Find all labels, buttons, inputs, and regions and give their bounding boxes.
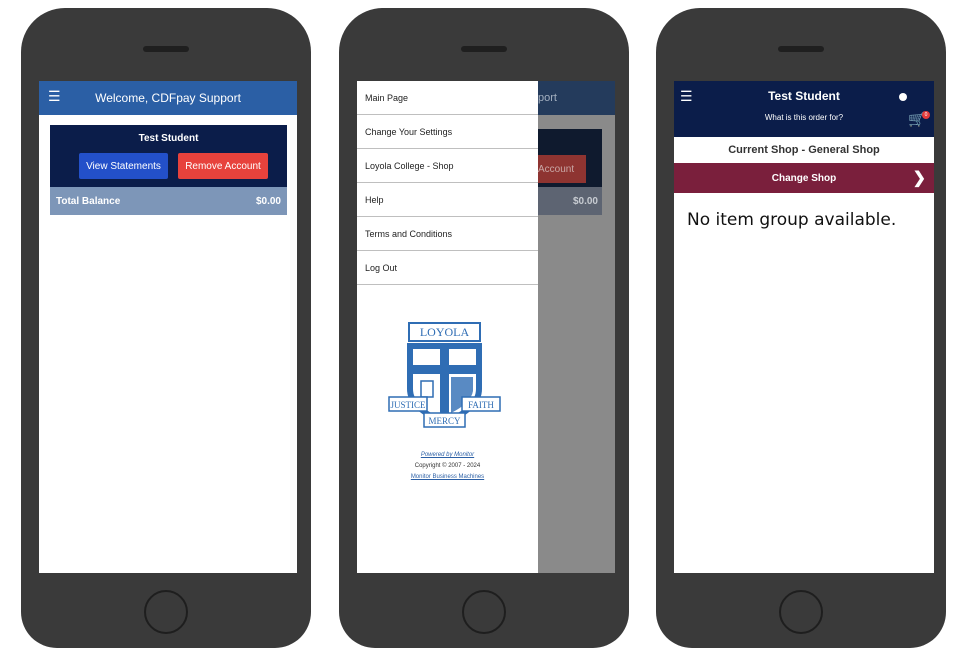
powered-by-text[interactable]: Powered by Monitor — [421, 452, 474, 458]
menu-item-shop[interactable]: Loyola College - Shop — [357, 149, 538, 183]
empty-message: No item group available. — [687, 210, 897, 230]
total-balance-value: $0.00 — [255, 195, 281, 207]
total-balance-label: Total Balance — [56, 195, 121, 207]
menu-item-terms[interactable]: Terms and Conditions — [357, 217, 538, 251]
screen-menu: port Account $0.00 Main Page Change Your… — [357, 81, 615, 573]
change-shop-button[interactable]: Change Shop ❯ — [674, 163, 934, 193]
chevron-right-icon: ❯ — [912, 170, 926, 187]
company-link[interactable]: Monitor Business Machines — [357, 474, 538, 480]
phone-frame-3: ☰ Test Student What is this order for? 🛒… — [656, 8, 946, 648]
total-balance-row: Total Balance $0.00 — [50, 187, 287, 215]
logo-title: LOYOLA — [420, 325, 470, 339]
hamburger-icon[interactable]: ☰ — [48, 89, 61, 103]
speaker — [143, 46, 189, 52]
dimmed-balance: $0.00 — [538, 187, 602, 215]
logo-right-text: FAITH — [468, 400, 494, 410]
side-drawer: Main Page Change Your Settings Loyola Co… — [357, 81, 538, 573]
current-shop-label: Current Shop - General Shop — [728, 144, 880, 156]
screen-account: ☰ Welcome, CDFpay Support Test Student V… — [39, 81, 297, 573]
toggle-switch[interactable] — [894, 91, 916, 103]
student-name: Test Student — [138, 133, 199, 144]
home-button[interactable] — [779, 590, 823, 634]
screen-shop: ☰ Test Student What is this order for? 🛒… — [674, 81, 934, 573]
phone-frame-1: ☰ Welcome, CDFpay Support Test Student V… — [21, 8, 311, 648]
shop-header: ☰ Test Student What is this order for? 🛒… — [674, 81, 934, 137]
app-header: ☰ Welcome, CDFpay Support — [39, 81, 297, 115]
home-button[interactable] — [462, 590, 506, 634]
powered-by-link[interactable]: Powered by Monitor — [357, 452, 538, 458]
order-for-subtitle: What is this order for? — [764, 113, 844, 122]
logo-bottom-text: MERCY — [428, 416, 461, 426]
company-text[interactable]: Monitor Business Machines — [411, 474, 484, 480]
view-statements-button[interactable]: View Statements — [79, 153, 168, 179]
menu-item-help[interactable]: Help — [357, 183, 538, 217]
dimmed-remove-button: Account — [538, 155, 586, 183]
menu-item-main-page[interactable]: Main Page — [357, 81, 538, 115]
speaker — [461, 46, 507, 52]
student-card: Test Student View Statements Remove Acco… — [50, 125, 287, 187]
toggle-knob — [899, 93, 907, 101]
dimmed-background[interactable]: port Account $0.00 — [538, 81, 615, 573]
phone-frame-2: port Account $0.00 Main Page Change Your… — [339, 8, 629, 648]
dimmed-header: port — [538, 81, 615, 115]
home-button[interactable] — [144, 590, 188, 634]
menu-item-settings[interactable]: Change Your Settings — [357, 115, 538, 149]
loyola-crest-logo: LOYOLA JUSTICE FAITH MERCY — [388, 322, 501, 428]
remove-account-button[interactable]: Remove Account — [178, 153, 268, 179]
header-title: Welcome, CDFpay Support — [95, 91, 241, 105]
cart-badge: 0 — [922, 111, 930, 119]
speaker — [778, 46, 824, 52]
menu-item-logout[interactable]: Log Out — [357, 251, 538, 285]
change-shop-label: Change Shop — [771, 172, 837, 184]
copyright-text: Copyright © 2007 - 2024 — [414, 463, 481, 469]
logo-left-text: JUSTICE — [390, 400, 426, 410]
